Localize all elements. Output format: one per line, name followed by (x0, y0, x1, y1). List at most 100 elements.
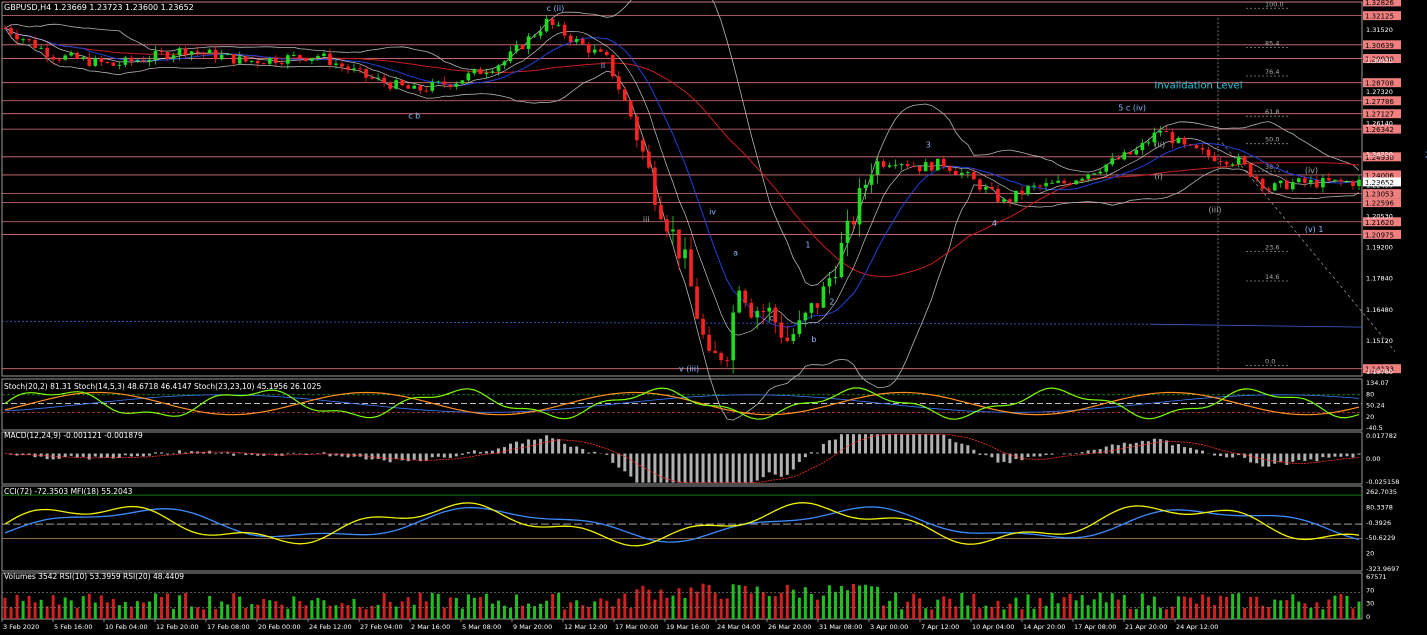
candle-body (394, 80, 398, 89)
time-axis-tick: 27 Feb 04:00 (360, 623, 403, 631)
candle-body (556, 24, 561, 26)
time-axis-tick: 26 Mar 20:00 (768, 623, 811, 631)
candle-body (45, 47, 49, 57)
time-axis-tick: 31 Mar 08:00 (819, 623, 862, 631)
candle-body (57, 59, 61, 61)
candle-body (87, 57, 92, 66)
trading-chart[interactable]: 1.328261.321251.306391.299381.287081.277… (0, 0, 1427, 633)
price-axis-tick: 1.26140 (1366, 119, 1393, 127)
fib-level-label: 61.8 (1265, 108, 1279, 116)
candle-body (430, 82, 435, 91)
candle-body (406, 85, 410, 89)
wave-label: a (733, 249, 738, 258)
candle-body (923, 162, 928, 172)
candle-body (761, 310, 766, 312)
candle-body (1345, 181, 1349, 183)
candle-body (671, 229, 675, 232)
candle-body (857, 188, 862, 225)
candle-body (117, 64, 122, 66)
cci-axis-tick: 80.3378 (1366, 503, 1393, 511)
candle-body (797, 320, 802, 335)
candle-body (731, 312, 735, 361)
candle-body (960, 172, 964, 175)
candle-body (954, 170, 958, 175)
fib-level-label: 85.4 (1265, 40, 1279, 48)
price-axis-tick: 1.31520 (1366, 26, 1393, 34)
candle-body (1068, 183, 1072, 185)
candle-body (111, 62, 116, 66)
candle-body (322, 53, 326, 57)
fib-level-label: 100.0 (1265, 0, 1284, 8)
candle-body (177, 48, 182, 56)
candle-body (905, 164, 910, 167)
time-axis-tick: 17 Mar 00:00 (615, 623, 658, 631)
candle-body (1164, 131, 1169, 133)
candle-body (1182, 137, 1187, 145)
candle-body (941, 158, 946, 167)
candle-body (966, 172, 970, 174)
candle-body (340, 63, 344, 67)
candle-body (677, 229, 681, 259)
price-axis-tick: 1.20530 (1366, 213, 1393, 221)
price-level-tag: 1.22596 (1363, 198, 1401, 208)
candle-body (298, 54, 302, 59)
candle-body (496, 65, 501, 72)
fib-level-label: 76.4 (1265, 68, 1279, 76)
wave-label: (v) 1 (1305, 225, 1324, 234)
candle-body (1176, 137, 1181, 144)
candle-body (562, 24, 567, 36)
time-axis-tick: 5 Feb 16:00 (54, 623, 93, 631)
time-axis-tick: 24 Feb 12:00 (309, 623, 352, 631)
candle-body (201, 52, 206, 54)
candle-body (51, 56, 55, 60)
candle-body (580, 38, 585, 44)
price-axis-tick: 1.17840 (1366, 275, 1393, 283)
candle-body (225, 54, 230, 56)
candle-body (129, 57, 134, 62)
candle-body (827, 278, 832, 287)
wave-label: c (ii) (547, 4, 565, 13)
candle-body (809, 303, 814, 313)
candle-body (3, 27, 7, 29)
time-axis-tick: 10 Feb 04:00 (105, 623, 148, 631)
candle-body (472, 69, 477, 74)
candle-body (1140, 142, 1145, 151)
price-level-label: 1.27127 (1365, 111, 1394, 119)
candle-body (978, 179, 982, 190)
candle-body (526, 36, 531, 49)
candle-body (388, 82, 392, 89)
candle-body (304, 58, 308, 61)
candle-body (1032, 185, 1036, 187)
candle-body (69, 52, 74, 56)
candle-body (653, 167, 657, 205)
price-level-label: 1.27786 (1365, 98, 1394, 106)
candle-body (424, 90, 429, 92)
chart-background (0, 0, 1427, 633)
candle-body (1170, 132, 1175, 144)
candle-body (316, 56, 320, 59)
candle-body (785, 337, 790, 342)
candle-body (1200, 148, 1205, 150)
candle-body (887, 165, 892, 167)
candle-body (1080, 178, 1084, 181)
candle-body (568, 35, 573, 42)
price-level-label: 1.22596 (1365, 200, 1394, 208)
candle-body (436, 81, 441, 83)
candle-body (478, 69, 483, 75)
candle-body (1248, 163, 1253, 177)
candle-body (418, 85, 423, 91)
cci-axis-tick: 20 (1366, 550, 1374, 558)
candle-body (1128, 152, 1133, 155)
candle-body (881, 161, 886, 167)
candle-body (346, 66, 350, 70)
candle-body (875, 161, 880, 175)
candle-body (21, 39, 25, 41)
candle-body (689, 249, 693, 287)
candle-body (183, 48, 188, 55)
wave-label: c (769, 313, 773, 322)
candle-body (845, 220, 850, 243)
volume-axis-tick: 30 (1366, 600, 1374, 608)
candle-body (1104, 164, 1109, 172)
candle-body (255, 60, 260, 64)
price-axis-tick: 1.24220 (1366, 150, 1393, 158)
